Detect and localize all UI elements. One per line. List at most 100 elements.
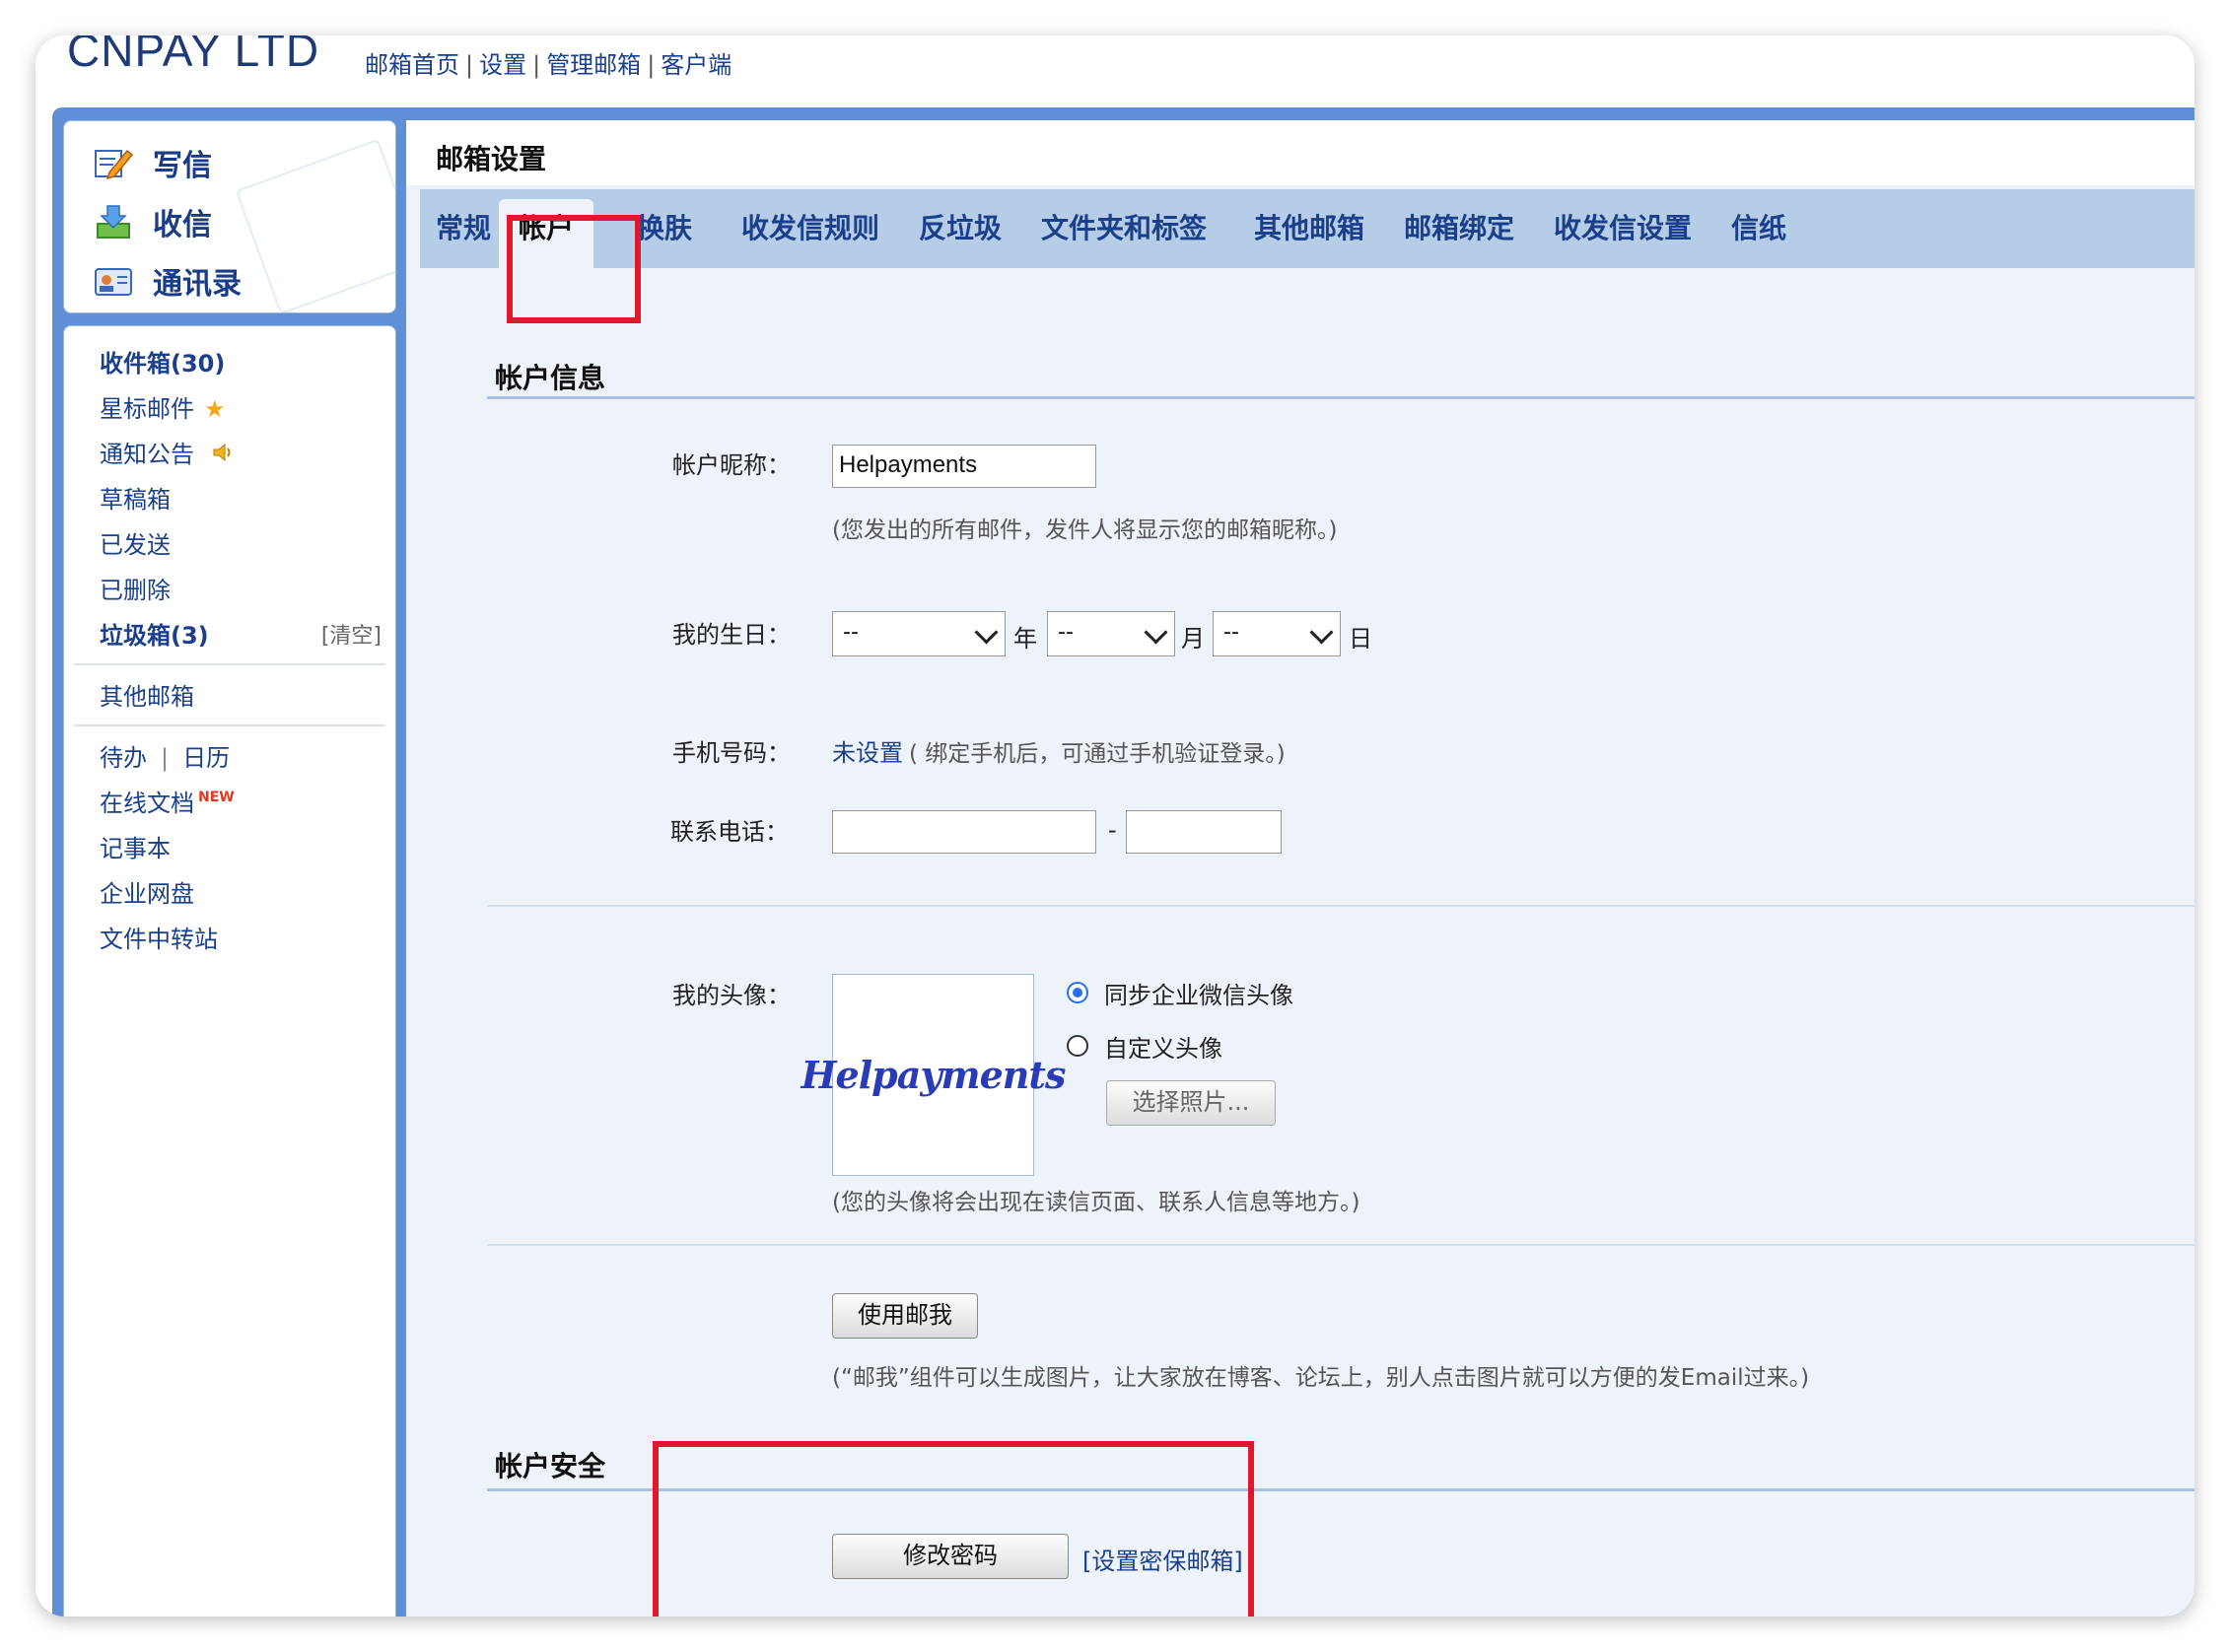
section-divider [487,905,2195,907]
tab-other-mail[interactable]: 其他邮箱 [1254,189,1364,268]
folder-drafts[interactable]: 草稿箱 [100,480,171,515]
phone-label: 手机号码： [672,739,791,767]
todo-link[interactable]: 待办 [100,744,147,772]
new-badge: NEW [198,790,235,805]
receive-label: 收信 [153,208,212,242]
highlight-account-tab [507,215,641,323]
folder-notice-label: 通知公告 [100,441,194,468]
nickname-input[interactable]: Helpayments [832,445,1096,488]
link-separator: | [532,51,541,79]
top-links: 邮箱首页 | 设置 | 管理邮箱 | 客户端 [365,45,732,80]
tel-number-input[interactable] [1126,810,1282,854]
account-info-title: 帐户信息 [495,362,606,394]
star-icon: ★ [204,395,226,423]
tools-todo-calendar: 待办 | 日历 [100,738,230,773]
mail-window: CNPAY LTD 邮箱首页 | 设置 | 管理邮箱 | 客户端 写信 收信 通… [35,35,2195,1617]
folder-sent[interactable]: 已发送 [100,525,171,560]
folder-spam[interactable]: 垃圾箱(3) [100,616,209,651]
folder-starred[interactable]: 星标邮件 ★ [100,389,226,424]
envelope-watermark-icon [235,138,395,312]
top-bar: CNPAY LTD 邮箱首页 | 设置 | 管理邮箱 | 客户端 [35,35,2195,108]
year-unit: 年 [1013,625,1037,653]
birthday-label: 我的生日： [672,621,791,649]
day-unit: 日 [1349,625,1372,653]
tool-docs[interactable]: 在线文档 NEW [100,784,235,818]
brand-logo: CNPAY LTD [67,35,320,76]
link-separator: | [465,51,474,79]
birthday-month-value: -- [1058,620,1074,645]
tool-disk[interactable]: 企业网盘 [100,874,194,909]
settings-panel: 邮箱设置 常规 帐户 换肤 收发信规则 反垃圾 文件夹和标签 其他邮箱 邮箱绑定… [406,120,2195,1617]
tab-send-receive[interactable]: 收发信设置 [1554,189,1692,268]
section-divider [487,1244,2195,1246]
sidebar: 写信 收信 通讯录 收件箱(30) 星标邮件 ★ 通知公告 草稿箱 已发送 已删… [63,120,396,1617]
link-settings[interactable]: 设置 [479,51,526,79]
tool-docs-label: 在线文档 [100,790,194,817]
chevron-down-icon [1144,620,1168,645]
tab-stationery[interactable]: 信纸 [1731,189,1786,268]
avatar-note: (您的头像将会出现在读信页面、联系人信息等地方。) [832,1190,1360,1215]
birthday-year-select[interactable]: -- [832,611,1006,656]
birthday-day-select[interactable]: -- [1213,611,1341,656]
compose-label: 写信 [153,149,212,183]
inbox-download-icon [94,204,133,240]
quick-actions: 写信 收信 通讯录 [63,120,396,313]
pencil-icon [94,145,134,180]
speaker-icon [204,441,234,468]
custom-avatar-radio[interactable] [1067,1035,1088,1057]
divider [74,724,385,726]
birthday-year-value: -- [843,620,859,645]
month-unit: 月 [1181,625,1205,653]
folder-notice[interactable]: 通知公告 [100,435,234,469]
mailme-button[interactable]: 使用邮我 [832,1293,978,1339]
tab-general[interactable]: 常规 [436,189,491,268]
birthday-month-select[interactable]: -- [1047,611,1175,656]
tool-notes[interactable]: 记事本 [100,829,171,863]
section-divider [487,396,2195,399]
page-title: 邮箱设置 [436,143,547,175]
tab-folders-labels[interactable]: 文件夹和标签 [1041,189,1207,268]
contacts-button[interactable]: 通讯录 [94,253,242,309]
tel-dash: - [1108,816,1117,844]
tools-separator: | [161,744,170,772]
chevron-down-icon [974,620,999,645]
chevron-down-icon [1309,620,1334,645]
account-security-title: 帐户安全 [495,1450,606,1482]
calendar-link[interactable]: 日历 [182,744,230,772]
folder-inbox[interactable]: 收件箱(30) [100,344,225,379]
compose-button[interactable]: 写信 [94,135,212,190]
phone-note: ( 绑定手机后，可通过手机验证登录。) [909,741,1286,767]
custom-avatar-label[interactable]: 自定义头像 [1104,1029,1222,1064]
link-separator: | [647,51,656,79]
contact-card-icon [94,263,133,299]
avatar-text: Helpayments [801,1053,1067,1097]
tel-area-input[interactable] [832,810,1096,854]
folder-list: 收件箱(30) 星标邮件 ★ 通知公告 草稿箱 已发送 已删除 垃圾箱(3) [清… [63,325,396,1617]
receive-button[interactable]: 收信 [94,194,212,249]
tel-label: 联系电话： [670,818,789,846]
nickname-note: (您发出的所有邮件，发件人将显示您的邮箱昵称。) [832,517,1338,543]
folder-deleted[interactable]: 已删除 [100,571,171,605]
sync-avatar-label[interactable]: 同步企业微信头像 [1104,976,1293,1010]
link-mail-home[interactable]: 邮箱首页 [365,51,459,79]
choose-photo-button[interactable]: 选择照片... [1106,1080,1276,1126]
mailme-note: (“邮我”组件可以生成图片，让大家放在博客、论坛上，别人点击图片就可以方便的发E… [832,1365,1810,1391]
contacts-label: 通讯录 [153,267,242,302]
tab-mail-binding[interactable]: 邮箱绑定 [1404,189,1514,268]
clear-spam-link[interactable]: [清空] [321,618,382,650]
avatar-label: 我的头像： [672,982,791,1009]
nickname-label: 帐户昵称： [672,451,791,479]
settings-tabs: 常规 帐户 换肤 收发信规则 反垃圾 文件夹和标签 其他邮箱 邮箱绑定 收发信设… [420,189,2195,268]
tab-skin[interactable]: 换肤 [637,189,692,268]
tool-transfer[interactable]: 文件中转站 [100,920,218,954]
tab-mail-rules[interactable]: 收发信规则 [741,189,879,268]
birthday-day-value: -- [1223,620,1239,645]
link-admin-mail[interactable]: 管理邮箱 [546,51,641,79]
sync-avatar-radio[interactable] [1067,982,1088,1003]
phone-setup-link[interactable]: 未设置 [832,733,903,768]
settings-header: 邮箱设置 [406,120,2195,185]
highlight-security-box [653,1441,1254,1617]
tab-anti-spam[interactable]: 反垃圾 [919,189,1002,268]
link-client[interactable]: 客户端 [661,51,732,79]
folder-other-mail[interactable]: 其他邮箱 [100,677,194,712]
